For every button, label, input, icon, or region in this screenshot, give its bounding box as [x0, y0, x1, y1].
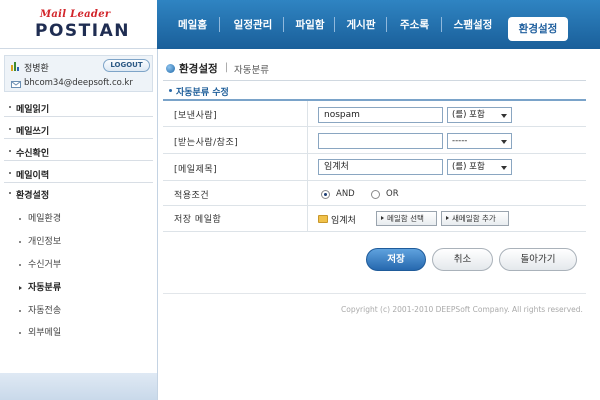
bullet-icon [19, 217, 21, 220]
logo-area[interactable]: Mail Leader POSTIAN [0, 0, 157, 49]
nav-mail-home[interactable]: 메일홈 [170, 0, 215, 49]
sidebar-item-label: 수신확인 [16, 149, 50, 159]
cancel-button[interactable]: 취소 [432, 248, 493, 271]
arrow-right-icon [19, 285, 22, 290]
bullet-icon [19, 263, 21, 266]
title-bullet-icon [166, 64, 175, 73]
logout-button[interactable]: LOGOUT [103, 59, 150, 72]
dropdown-arrow-icon [501, 166, 507, 170]
add-folder-button[interactable]: 새메일함 추가 [441, 211, 509, 226]
submenu-label: 수신거부 [28, 260, 62, 270]
button-label: 메일함 선택 [387, 214, 424, 223]
save-folder-label: 저장 메일함 [174, 215, 222, 225]
footer-divider [163, 293, 586, 294]
bullet-icon [9, 106, 11, 108]
user-icon [11, 62, 19, 71]
sidebar-item-preferences[interactable]: 환경설정 [4, 183, 153, 203]
submenu-label: 외부메일 [28, 328, 62, 338]
bullet-icon [9, 192, 11, 194]
title-divider [163, 80, 586, 81]
logo-text: POSTIAN [35, 21, 130, 41]
sender-input[interactable]: nospam [318, 107, 443, 123]
submenu-label: 메일환경 [28, 214, 62, 224]
section-title: 자동분류 수정 [176, 88, 229, 98]
sidebar-item-label: 메일쓰기 [16, 127, 50, 137]
folder-icon [318, 215, 328, 223]
sidebar-footer [0, 373, 157, 400]
nav-addressbook[interactable]: 주소록 [392, 0, 437, 49]
form-row-save-folder: 저장 메일함 [163, 206, 586, 232]
recipient-input[interactable] [318, 133, 443, 149]
dropdown-arrow-icon [501, 114, 507, 118]
bullet-icon [19, 240, 21, 243]
sidebar-item-label: 환경설정 [16, 191, 50, 201]
envelope-icon [11, 81, 21, 88]
bullet-icon [9, 128, 11, 130]
select-value: ----- [452, 136, 468, 146]
nav-files[interactable]: 파일함 [289, 0, 331, 49]
sidebar-item-write-mail[interactable]: 메일쓰기 [4, 119, 153, 139]
folder-name: 임계처 [331, 216, 356, 226]
subject-condition-select[interactable]: (를) 포함 [447, 159, 512, 175]
sidebar-item-read-receipt[interactable]: 수신확인 [4, 141, 153, 161]
nav-separator [441, 17, 442, 32]
back-button[interactable]: 돌아가기 [499, 248, 577, 271]
select-value: (를) 포함 [452, 110, 485, 120]
copyright-text: Copyright (c) 2001-2010 DEEPSoft Company… [341, 305, 583, 314]
bullet-icon [9, 172, 11, 174]
submenu-label: 자동전송 [28, 306, 62, 316]
sidebar-divider [157, 49, 158, 400]
section-bullet-icon [169, 89, 172, 92]
breadcrumb: 자동분류 [234, 65, 269, 76]
user-email: bhcom34@deepsoft.co.kr [24, 78, 133, 88]
user-name: 정병환 [24, 64, 49, 74]
recipient-condition-select[interactable]: ----- [447, 133, 512, 149]
submenu-label: 개인정보 [28, 237, 62, 247]
subject-label: [메일제목] [174, 165, 218, 175]
select-folder-button[interactable]: 메일함 선택 [376, 211, 437, 226]
submenu-auto-sort[interactable]: 자동분류 [19, 280, 61, 293]
arrow-right-icon [446, 216, 449, 220]
sender-condition-select[interactable]: (를) 포함 [447, 107, 512, 123]
subject-input[interactable]: 임계처 [318, 159, 443, 175]
sidebar-item-label: 메일읽기 [16, 105, 50, 115]
radio-or[interactable] [371, 190, 380, 199]
radio-and[interactable] [321, 190, 330, 199]
nav-schedule[interactable]: 일정관리 [226, 0, 280, 49]
submenu-label: 자동분류 [28, 283, 62, 293]
button-label: 새메일함 추가 [452, 214, 496, 223]
sidebar-item-label: 메일이력 [16, 171, 50, 181]
select-value: (를) 포함 [452, 162, 485, 172]
nav-separator [334, 17, 335, 32]
bullet-icon [19, 331, 21, 334]
sidebar-item-read-mail[interactable]: 메일읽기 [4, 97, 153, 117]
save-button[interactable]: 저장 [366, 248, 426, 271]
nav-separator [283, 17, 284, 32]
title-separator: | [225, 62, 229, 73]
submenu-external-mail[interactable]: 외부메일 [19, 325, 61, 338]
submenu-auto-forward[interactable]: 자동전송 [19, 303, 61, 316]
nav-spam-settings[interactable]: 스팸설정 [446, 0, 500, 49]
radio-and-label: AND [336, 189, 355, 199]
dropdown-arrow-icon [501, 140, 507, 144]
submenu-mail-environment[interactable]: 메일환경 [19, 211, 61, 224]
bullet-icon [9, 150, 11, 152]
logo-tagline: Mail Leader [40, 9, 111, 20]
apply-condition-label: 적용조건 [174, 191, 210, 201]
nav-board[interactable]: 게시판 [340, 0, 382, 49]
bullet-icon [19, 309, 21, 312]
nav-preferences[interactable]: 환경설정 [508, 17, 568, 41]
radio-or-label: OR [386, 189, 399, 199]
submenu-block-sender[interactable]: 수신거부 [19, 257, 61, 270]
submenu-personal-info[interactable]: 개인정보 [19, 234, 61, 247]
nav-separator [386, 17, 387, 32]
sender-label: [보낸사람] [174, 111, 218, 121]
sidebar-item-mail-history[interactable]: 메일이력 [4, 163, 153, 183]
nav-separator [219, 17, 220, 32]
logout-label: LOGOUT [110, 61, 143, 69]
recipient-label: [받는사람/참조] [174, 138, 239, 148]
arrow-right-icon [381, 216, 384, 220]
page-title: 환경설정 [179, 63, 218, 75]
